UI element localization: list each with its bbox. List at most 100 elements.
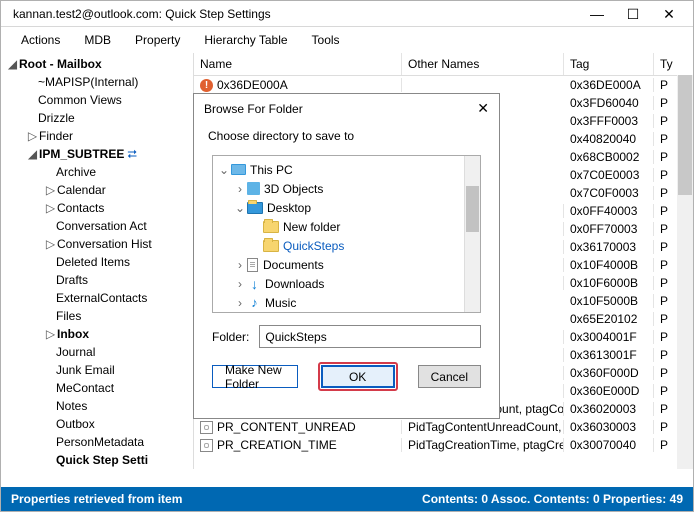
- tree-item[interactable]: Junk Email: [55, 363, 115, 377]
- tree-item[interactable]: Conversation Act: [55, 219, 147, 233]
- cell-tag: 0x360E000D: [564, 384, 654, 398]
- cell-type: P: [654, 168, 678, 182]
- node-documents[interactable]: Documents: [263, 258, 324, 272]
- tree-item[interactable]: Finder: [38, 129, 73, 143]
- menu-mdb[interactable]: MDB: [72, 29, 123, 51]
- node-desktop[interactable]: Desktop: [267, 201, 311, 215]
- expand-icon[interactable]: ▷: [45, 238, 56, 250]
- node-this-pc[interactable]: This PC: [250, 163, 293, 177]
- tree-item-selected[interactable]: Quick Step Setti: [55, 453, 148, 467]
- node-3d-objects[interactable]: 3D Objects: [264, 182, 323, 196]
- status-right: Contents: 0 Assoc. Contents: 0 Propertie…: [422, 492, 683, 506]
- tree-item[interactable]: Calendar: [56, 183, 106, 197]
- cell-tag: 0x3FD60040: [564, 96, 654, 110]
- cell-type: P: [654, 366, 678, 380]
- ok-button-highlight: OK: [318, 362, 398, 391]
- cell-type: P: [654, 78, 678, 92]
- scroll-thumb[interactable]: [678, 75, 692, 195]
- property-icon: [200, 439, 213, 452]
- tree-item[interactable]: Deleted Items: [55, 255, 130, 269]
- chevron-down-icon[interactable]: ⌄: [233, 201, 247, 215]
- chevron-right-icon[interactable]: ›: [233, 277, 247, 291]
- cell-type: P: [654, 438, 678, 452]
- dialog-title: Browse For Folder: [204, 102, 303, 116]
- dialog-message: Choose directory to save to: [194, 123, 499, 155]
- tree-item[interactable]: ~MAPISP(Internal): [37, 75, 138, 89]
- ok-button[interactable]: OK: [321, 365, 395, 388]
- make-new-folder-button[interactable]: Make New Folder: [212, 365, 298, 388]
- cell-tag: 0x36030003: [564, 420, 654, 434]
- menu-bar: Actions MDB Property Hierarchy Table Too…: [1, 27, 693, 53]
- tree-item[interactable]: Journal: [55, 345, 95, 359]
- node-new-folder[interactable]: New folder: [283, 220, 340, 234]
- tree-item[interactable]: Common Views: [37, 93, 122, 107]
- tree-item[interactable]: Drafts: [55, 273, 88, 287]
- cell-type: P: [654, 420, 678, 434]
- chevron-down-icon[interactable]: ⌄: [217, 163, 231, 177]
- node-quicksteps[interactable]: QuickSteps: [283, 239, 344, 253]
- cell-type: P: [654, 330, 678, 344]
- tree-item[interactable]: Drizzle: [37, 111, 75, 125]
- tree-item[interactable]: Inbox: [56, 327, 89, 341]
- collapse-icon[interactable]: ◢: [7, 58, 18, 70]
- folder-tree[interactable]: ◢Root - Mailbox ~MAPISP(Internal) Common…: [1, 53, 194, 469]
- chevron-right-icon[interactable]: ›: [233, 182, 247, 196]
- cell-type: P: [654, 276, 678, 290]
- cell-tag: 0x10F6000B: [564, 276, 654, 290]
- tree-item[interactable]: Contacts: [56, 201, 104, 215]
- node-downloads[interactable]: Downloads: [265, 277, 324, 291]
- expand-icon[interactable]: ▷: [27, 130, 38, 142]
- tree-item[interactable]: PersonMetadata: [55, 435, 144, 449]
- expand-icon[interactable]: ▷: [45, 202, 56, 214]
- close-window-button[interactable]: ✕: [651, 7, 687, 21]
- cell-type: P: [654, 348, 678, 362]
- status-bar: Properties retrieved from item Contents:…: [1, 487, 693, 511]
- tree-item[interactable]: MeContact: [55, 381, 114, 395]
- tree-item[interactable]: Archive: [55, 165, 96, 179]
- menu-actions[interactable]: Actions: [9, 29, 72, 51]
- cell-tag: 0x3004001F: [564, 330, 654, 344]
- property-row[interactable]: !0x36DE000A0x36DE000AP: [194, 76, 693, 94]
- cell-type: P: [654, 384, 678, 398]
- col-ty[interactable]: Ty: [654, 53, 678, 75]
- expand-icon[interactable]: ▷: [45, 328, 56, 340]
- folder-field-label: Folder:: [212, 330, 249, 344]
- chevron-right-icon[interactable]: ›: [233, 258, 247, 272]
- cell-type: P: [654, 186, 678, 200]
- col-name[interactable]: Name: [194, 53, 402, 75]
- minimize-button[interactable]: —: [579, 7, 615, 21]
- tree-item[interactable]: ExternalContacts: [55, 291, 147, 305]
- cell-tag: 0x30070040: [564, 438, 654, 452]
- maximize-button[interactable]: ☐: [615, 7, 651, 21]
- tree-item[interactable]: Outbox: [55, 417, 95, 431]
- property-row[interactable]: PR_CREATION_TIMEPidTagCreationTime, ptag…: [194, 436, 693, 454]
- property-row[interactable]: PR_CONTENT_UNREADPidTagContentUnreadCoun…: [194, 418, 693, 436]
- folder-name-input[interactable]: [259, 325, 481, 348]
- expand-icon[interactable]: ▷: [45, 184, 56, 196]
- tree-item[interactable]: Conversation Hist: [56, 237, 152, 251]
- cell-type: P: [654, 150, 678, 164]
- cell-tag: 0x360F000D: [564, 366, 654, 380]
- cell-other: PidTagContentUnreadCount, ptag...: [402, 420, 564, 434]
- menu-tools[interactable]: Tools: [300, 29, 352, 51]
- tree-subtree[interactable]: IPM_SUBTREE: [38, 147, 124, 161]
- tree-item[interactable]: Files: [55, 309, 81, 323]
- dialog-close-button[interactable]: ✕: [477, 100, 489, 117]
- menu-property[interactable]: Property: [123, 29, 192, 51]
- col-tag[interactable]: Tag: [564, 53, 654, 75]
- node-music[interactable]: Music: [265, 296, 296, 310]
- tree-item[interactable]: Notes: [55, 399, 87, 413]
- menu-hierarchy[interactable]: Hierarchy Table: [192, 29, 299, 51]
- collapse-icon[interactable]: ◢: [27, 148, 38, 160]
- chevron-right-icon[interactable]: ›: [233, 296, 247, 310]
- cancel-button[interactable]: Cancel: [418, 365, 481, 388]
- cell-type: P: [654, 258, 678, 272]
- vertical-scrollbar[interactable]: [677, 75, 693, 469]
- tree-root[interactable]: Root - Mailbox: [18, 57, 102, 71]
- cell-tag: 0x65E20102: [564, 312, 654, 326]
- col-other[interactable]: Other Names: [402, 53, 564, 75]
- scroll-thumb[interactable]: [466, 186, 479, 232]
- folder-picker-tree[interactable]: ⌄ This PC › 3D Objects ⌄ Desktop New folder…: [212, 155, 481, 313]
- cell-tag: 0x0FF40003: [564, 204, 654, 218]
- dialog-scrollbar[interactable]: [464, 156, 480, 312]
